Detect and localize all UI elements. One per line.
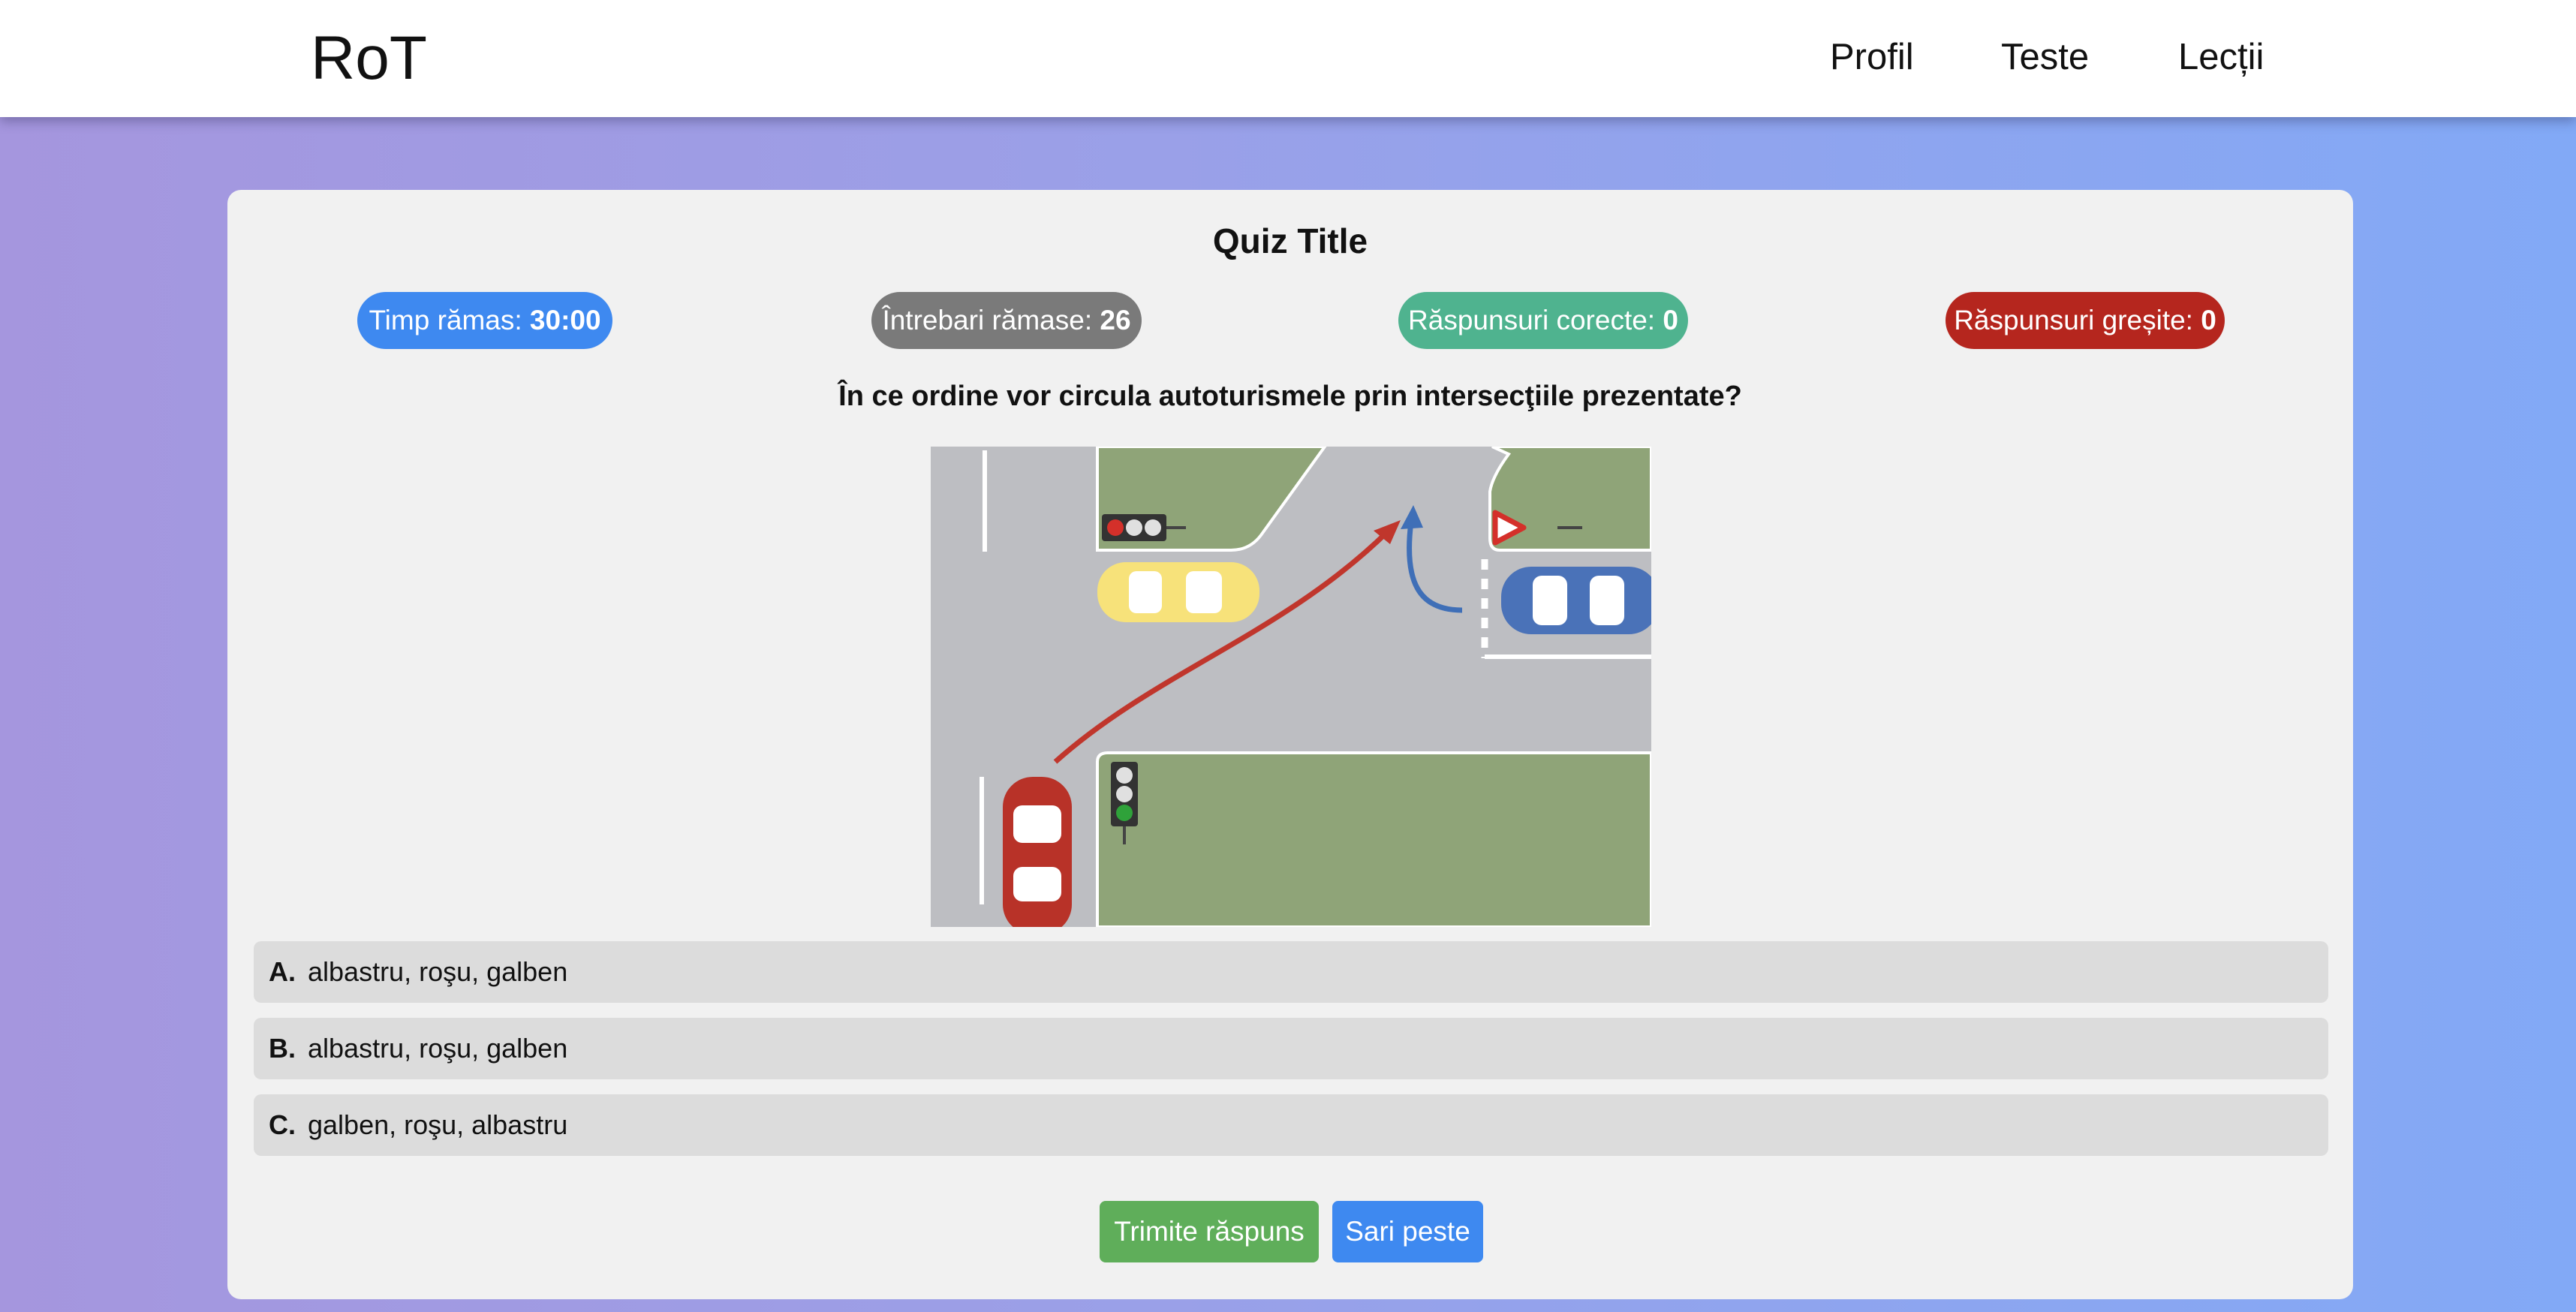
time-remaining-badge: Timp rămas: 30:00 xyxy=(357,292,612,349)
questions-remaining-value: 26 xyxy=(1100,305,1131,336)
quiz-card: Quiz Title Timp rămas: 30:00 Întrebari r… xyxy=(227,190,2353,1299)
yellow-car xyxy=(1097,562,1259,622)
answer-text: albastru, roşu, galben xyxy=(308,1033,568,1064)
answer-text: albastru, roşu, galben xyxy=(308,956,568,987)
answer-text: galben, roşu, albastru xyxy=(308,1109,568,1140)
answer-option-a[interactable]: A. albastru, roşu, galben xyxy=(254,941,2328,1003)
time-remaining-label: Timp rămas: xyxy=(369,305,530,336)
answer-option-c[interactable]: C. galben, roşu, albastru xyxy=(254,1094,2328,1156)
correct-answers-badge: Răspunsuri corecte: 0 xyxy=(1398,292,1688,349)
nav-link-lectii[interactable]: Lecții xyxy=(2178,35,2264,80)
quiz-title: Quiz Title xyxy=(1212,221,1368,260)
wrong-answers-badge: Răspunsuri greșite: 0 xyxy=(1946,292,2225,349)
submit-answer-button[interactable]: Trimite răspuns xyxy=(1100,1201,1319,1262)
intersection-illustration xyxy=(931,447,1651,927)
time-remaining-value: 30:00 xyxy=(529,305,601,336)
brand-logo[interactable]: RoT xyxy=(311,21,427,96)
answer-letter: C. xyxy=(269,1109,296,1140)
grass-bottom xyxy=(1096,751,1651,927)
answer-letter: A. xyxy=(269,956,296,987)
wrong-answers-value: 0 xyxy=(2201,305,2216,336)
answer-letter: B. xyxy=(269,1033,296,1064)
blue-car xyxy=(1501,567,1651,634)
nav-link-teste[interactable]: Teste xyxy=(2001,35,2089,80)
correct-answers-label: Răspunsuri corecte: xyxy=(1408,305,1663,336)
questions-remaining-badge: Întrebari rămase: 26 xyxy=(871,292,1142,349)
answer-option-b[interactable]: B. albastru, roşu, galben xyxy=(254,1018,2328,1079)
skip-button[interactable]: Sari peste xyxy=(1332,1201,1483,1262)
wrong-answers-label: Răspunsuri greșite: xyxy=(1954,305,2201,336)
questions-remaining-label: Întrebari rămase: xyxy=(882,305,1100,336)
correct-answers-value: 0 xyxy=(1663,305,1678,336)
nav-link-profil[interactable]: Profil xyxy=(1830,35,1914,80)
question-text: În ce ordine vor circula autoturismele p… xyxy=(838,381,1742,412)
top-navbar: RoT Profil Teste Lecții xyxy=(0,0,2576,117)
red-car xyxy=(1003,777,1072,927)
